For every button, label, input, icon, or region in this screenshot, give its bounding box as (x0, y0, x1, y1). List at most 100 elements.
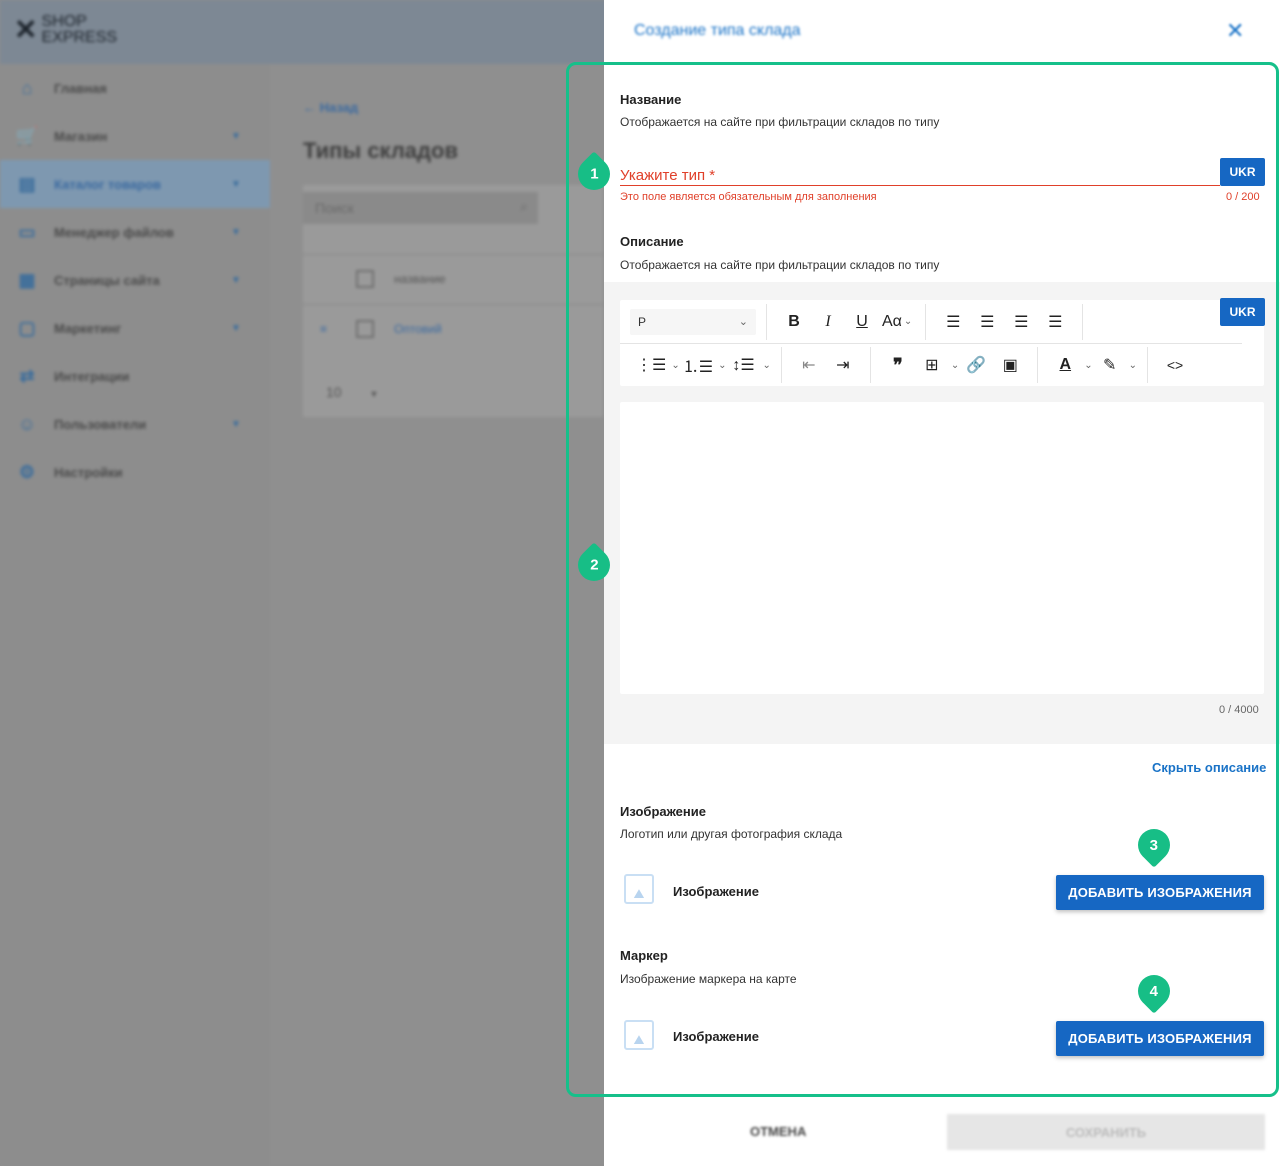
format-value: P (638, 314, 647, 329)
sidebar-item-label: Интеграции (54, 368, 130, 384)
add-marker-image-button[interactable]: ДОБАВИТЬ ИЗОБРАЖЕНИЯ (1056, 1021, 1264, 1056)
sidebar-item-1[interactable]: 🛒 Магазин ▼ (0, 112, 270, 160)
add-image-button[interactable]: ДОБАВИТЬ ИЗОБРАЖЕНИЯ (1056, 875, 1264, 910)
font-size-label: Aα (882, 312, 902, 330)
hide-description-link[interactable]: Скрыть описание (1152, 760, 1266, 775)
settings-icon: ⚙ (18, 461, 36, 482)
select-all-checkbox[interactable] (356, 269, 374, 288)
indent-icon[interactable]: ⇥ (829, 351, 857, 379)
per-page-value: 10 (326, 384, 342, 400)
align-right-icon[interactable]: ☰ (1007, 308, 1035, 336)
bullet-list-icon[interactable]: ⋮☰ (636, 351, 666, 379)
book-icon: ▤ (18, 173, 36, 194)
text-color-icon[interactable]: A (1051, 351, 1079, 379)
cancel-button[interactable]: ОТМЕНА (750, 1124, 806, 1139)
back-link[interactable]: ← Назад (303, 100, 358, 115)
image-label: Изображение (620, 804, 706, 819)
sidebar-item-7[interactable]: ☺ Пользователи ▼ (0, 400, 270, 448)
sidebar-item-2[interactable]: ▤ Каталог товаров ▼ (0, 160, 270, 208)
sidebar-item-label: Главная (54, 80, 107, 96)
image-placeholder-label: Изображение (673, 884, 759, 899)
quote-icon[interactable]: ❞ (884, 351, 912, 379)
description-description: Отображается на сайте при фильтрации скл… (620, 258, 940, 272)
description-editor-area[interactable] (620, 402, 1264, 694)
marker-placeholder-label: Изображение (673, 1029, 759, 1044)
table-header: название (303, 254, 603, 302)
logo-mark-icon: ✕ (14, 14, 38, 45)
chevron-down-icon: ▼ (231, 178, 241, 190)
image-icon[interactable]: ▣ (996, 351, 1024, 379)
image-placeholder-icon: ⛰ (624, 874, 654, 904)
sidebar: ⌂ Главная 🛒 Магазин ▼ ▤ Каталог товаров ▼ ▭ Менед… (0, 64, 270, 1166)
name-error-text: Это поле является обязательным для запол… (620, 191, 877, 203)
image-description: Логотип или другая фотография склада (620, 827, 843, 841)
align-left-icon[interactable]: ☰ (939, 308, 967, 336)
description-char-counter: 0 / 4000 (1219, 704, 1259, 716)
marker-placeholder-icon: ⛰ (624, 1020, 654, 1050)
folder-icon: ▭ (18, 221, 36, 242)
drawer-header: Создание типа склада ✕ (604, 0, 1280, 64)
numbered-list-icon[interactable]: ⒈☰ (683, 351, 713, 379)
font-size-button[interactable]: Aα ⌄ (882, 308, 912, 336)
logo-line2: EXPRESS (41, 29, 118, 46)
search-icon: ⌕ (520, 198, 528, 214)
chevron-down-icon: ▼ (231, 130, 241, 142)
sidebar-item-label: Страницы сайта (54, 272, 160, 288)
drawer-title: Создание типа склада (634, 22, 801, 39)
search-input[interactable]: Поиск ⌕ (303, 192, 538, 224)
align-center-icon[interactable]: ☰ (973, 308, 1001, 336)
sidebar-item-6[interactable]: ⇄ Интеграции (0, 352, 270, 400)
sidebar-item-5[interactable]: ▢ Маркетинг ▼ (0, 304, 270, 352)
sidebar-item-label: Магазин (54, 128, 108, 144)
sidebar-item-8[interactable]: ⚙ Настройки (0, 448, 270, 496)
chevron-down-icon: ▼ (231, 418, 241, 430)
sidebar-item-label: Менеджер файлов (54, 224, 174, 240)
table-row[interactable]: ≡ Оптовий (303, 304, 603, 352)
close-icon[interactable]: ✕ (1226, 18, 1244, 44)
logo: ✕ SHOP EXPRESS (14, 14, 117, 46)
integration-icon: ⇄ (19, 365, 35, 386)
users-icon: ☺ (17, 413, 37, 434)
type-name-input[interactable] (620, 158, 1220, 186)
name-description: Отображается на сайте при фильтрации скл… (620, 115, 940, 129)
bold-button[interactable]: B (780, 308, 808, 336)
row-checkbox[interactable] (356, 319, 374, 338)
chevron-down-icon: ▼ (231, 226, 241, 238)
sidebar-item-3[interactable]: ▭ Менеджер файлов ▼ (0, 208, 270, 256)
drag-handle-icon[interactable]: ≡ (320, 322, 327, 336)
search-placeholder: Поиск (315, 200, 354, 216)
name-label: Название (620, 92, 682, 107)
marker-description: Изображение маркера на карте (620, 972, 797, 986)
name-language-button[interactable]: UKR (1220, 158, 1265, 186)
editor-toolbar: P ⌄ B I U Aα ⌄ ☰ ☰ ☰ ☰ ⋮☰ ⌄ ⒈☰ ⌄ ↕☰ ⌄ ⇤ ⇥ (620, 300, 1264, 386)
align-justify-icon[interactable]: ☰ (1041, 308, 1069, 336)
chevron-down-icon: ⌄ (738, 316, 748, 328)
sidebar-item-label: Каталог товаров (54, 176, 162, 192)
sidebar-item-label: Настройки (54, 464, 123, 480)
chevron-down-icon: ▼ (231, 274, 241, 286)
highlight-color-icon[interactable]: ✎ (1096, 351, 1124, 379)
name-char-counter: 0 / 200 (1226, 191, 1260, 203)
format-select[interactable]: P ⌄ (630, 308, 756, 335)
chevron-down-icon: ▼ (369, 389, 379, 399)
sidebar-item-0[interactable]: ⌂ Главная (0, 64, 270, 112)
per-page-select[interactable]: 10 ▼ (326, 384, 378, 400)
sidebar-item-label: Пользователи (54, 416, 147, 432)
logo-line1: SHOP (41, 13, 87, 30)
back-label: Назад (319, 100, 359, 115)
underline-button[interactable]: U (848, 308, 876, 336)
line-height-icon[interactable]: ↕☰ (729, 351, 757, 379)
save-button[interactable]: СОХРАНИТЬ (947, 1114, 1265, 1150)
italic-button[interactable]: I (814, 308, 842, 336)
description-language-button[interactable]: UKR (1220, 298, 1265, 326)
description-editor: P ⌄ B I U Aα ⌄ ☰ ☰ ☰ ☰ ⋮☰ ⌄ ⒈☰ ⌄ ↕☰ ⌄ ⇤ ⇥ (604, 282, 1280, 744)
chevron-down-icon: ▼ (231, 322, 241, 334)
sidebar-item-label: Маркетинг (54, 320, 122, 336)
page-title: Типы складов (303, 138, 458, 163)
marketing-icon: ▢ (18, 317, 36, 338)
table-icon[interactable]: ⊞ (918, 351, 946, 379)
sidebar-item-4[interactable]: ▦ Страницы сайта ▼ (0, 256, 270, 304)
link-icon[interactable]: 🔗 (962, 351, 990, 379)
source-code-icon[interactable]: <> (1161, 351, 1189, 379)
outdent-icon[interactable]: ⇤ (795, 351, 823, 379)
